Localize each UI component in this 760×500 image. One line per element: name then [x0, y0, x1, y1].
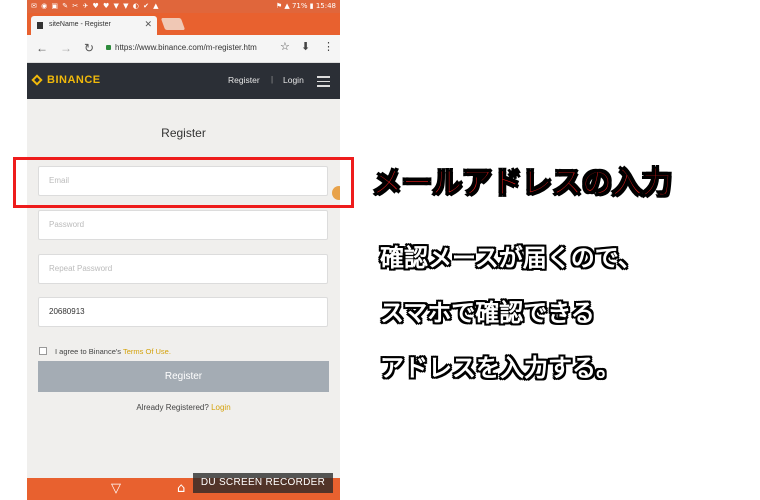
- agree-checkbox[interactable]: [39, 347, 47, 355]
- battery-level: 71%: [291, 2, 308, 10]
- annotation-title: メールアドレスの入力: [372, 166, 673, 202]
- highlight-box: [13, 157, 354, 208]
- new-tab-button[interactable]: [160, 18, 186, 30]
- header-register-link[interactable]: Register: [228, 75, 260, 85]
- captcha-field[interactable]: 20680913: [38, 297, 328, 327]
- address-bar[interactable]: https://www.binance.com/m-register.htm: [102, 39, 280, 57]
- logo-text: BINANCE: [47, 74, 101, 86]
- header-login-link[interactable]: Login: [283, 75, 304, 85]
- tab-title: siteName - Register: [49, 21, 111, 28]
- repeat-password-field[interactable]: Repeat Password: [38, 254, 328, 284]
- browser-tab[interactable]: siteName - Register ✕: [31, 16, 157, 35]
- status-right: ⚑ ▲ 71% ▮ 15:48: [275, 2, 336, 10]
- browser-tab-strip: siteName - Register ✕: [27, 13, 340, 35]
- register-button[interactable]: Register: [38, 361, 329, 392]
- more-menu-icon[interactable]: ⋮: [323, 40, 334, 53]
- forward-icon[interactable]: →: [60, 41, 72, 55]
- url-text: https://www.binance.com/m-register.htm: [115, 43, 257, 52]
- agree-text: I agree to Binance's: [55, 347, 122, 356]
- home-nav-icon[interactable]: ⌂: [177, 481, 185, 496]
- annotation-line-2: スマホで確認できる: [380, 299, 595, 327]
- favicon-icon: [37, 22, 43, 29]
- terms-link[interactable]: Terms Of Use.: [123, 347, 171, 356]
- terms-agreement: I agree to Binance's Terms Of Use.: [39, 347, 171, 356]
- already-registered: Already Registered? Login: [27, 403, 340, 412]
- back-icon[interactable]: ←: [36, 41, 48, 55]
- page-title: Register: [161, 126, 206, 140]
- annotation-line-3: アドレスを入力する。: [380, 354, 620, 382]
- notification-icons: ✉ ◉ ▣ ✎ ✂ ✈ ♥ ♥ ▼ ▼ ◐ ✔ ▲: [31, 2, 160, 10]
- recorder-watermark: DU SCREEN RECORDER: [193, 473, 333, 493]
- lock-icon: [106, 45, 111, 51]
- already-text: Already Registered?: [136, 403, 209, 412]
- password-field[interactable]: Password: [38, 210, 328, 240]
- reload-icon[interactable]: ↻: [84, 41, 94, 55]
- bookmark-star-icon[interactable]: ☆: [280, 40, 290, 53]
- download-icon[interactable]: ⬇: [301, 40, 310, 53]
- clock: 15:48: [315, 2, 336, 10]
- browser-toolbar: ← → ↻ https://www.binance.com/m-register…: [27, 35, 340, 63]
- hamburger-menu-icon[interactable]: [317, 76, 330, 90]
- status-bar: ✉ ◉ ▣ ✎ ✂ ✈ ♥ ♥ ▼ ▼ ◐ ✔ ▲ ⚑ ▲ 71% ▮ 15:4…: [27, 0, 340, 13]
- back-nav-icon[interactable]: ▽: [111, 481, 121, 496]
- close-tab-icon[interactable]: ✕: [144, 19, 152, 30]
- login-link[interactable]: Login: [211, 403, 231, 412]
- site-header: BINANCE Register | Login: [27, 63, 340, 99]
- annotation-line-1: 確認メースが届くので、: [380, 244, 642, 272]
- binance-diamond-icon: [31, 74, 43, 86]
- phone-screen: ✉ ◉ ▣ ✎ ✂ ✈ ♥ ♥ ▼ ▼ ◐ ✔ ▲ ⚑ ▲ 71% ▮ 15:4…: [27, 0, 340, 500]
- header-separator: |: [271, 75, 274, 84]
- binance-logo[interactable]: BINANCE: [31, 74, 101, 86]
